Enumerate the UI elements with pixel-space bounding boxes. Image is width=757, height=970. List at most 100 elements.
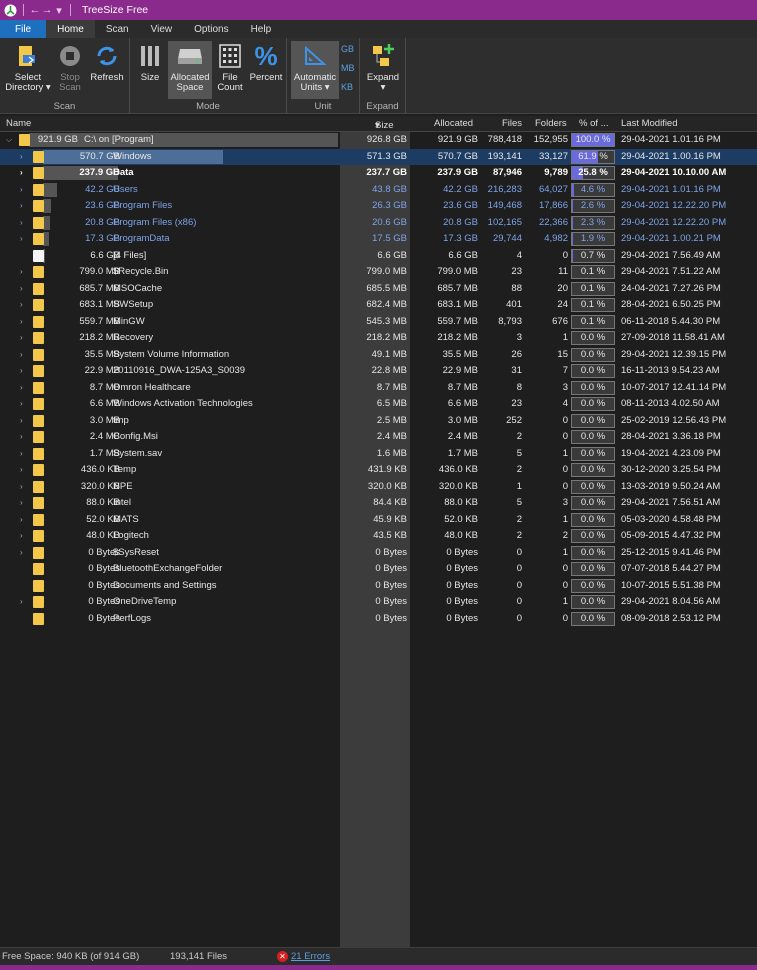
expand-chevron-icon[interactable]: › xyxy=(20,416,23,425)
tree-row[interactable]: › 88.0 KB Intel 84.4 KB 88.0 KB 5 3 0.0 % 29-04-… xyxy=(0,495,757,512)
tab-scan[interactable]: Scan xyxy=(95,20,140,38)
size-mode-button[interactable]: Size xyxy=(136,41,164,99)
expand-chevron-icon[interactable]: › xyxy=(20,515,23,524)
last-modified-value: 29-04-2021 12.39.15 PM xyxy=(621,348,727,360)
tree-row[interactable]: › 320.0 KB NPE 320.0 KB 320.0 KB 1 0 0.0 % 13-03… xyxy=(0,479,757,496)
select-directory-button[interactable]: Select Directory ▾ xyxy=(4,41,52,99)
expand-chevron-icon[interactable]: › xyxy=(20,383,23,392)
expand-chevron-icon[interactable]: › xyxy=(20,201,23,210)
tree-row[interactable]: › 0 Bytes OneDriveTemp 0 Bytes 0 Bytes 0 1 0.0 … xyxy=(0,594,757,611)
expand-chevron-icon[interactable]: › xyxy=(20,531,23,540)
expand-button[interactable]: Expand ▾ xyxy=(363,41,403,99)
errors-link[interactable]: 21 Errors xyxy=(291,951,330,962)
expand-chevron-icon[interactable]: › xyxy=(20,267,23,276)
tree-row[interactable]: 0 Bytes BluetoothExchangeFolder 0 Bytes 0 B… xyxy=(0,561,757,578)
expand-chevron-icon[interactable]: › xyxy=(20,498,23,507)
column-allocated-header[interactable]: Allocated xyxy=(434,118,473,129)
column-name-header[interactable]: Name xyxy=(6,118,31,129)
percent-mode-button[interactable]: % Percent xyxy=(248,41,284,99)
tree-row[interactable]: › 23.6 GB Program Files 26.3 GB 23.6 GB 149,4… xyxy=(0,198,757,215)
tree-row[interactable]: › 20.8 GB Program Files (x86) 20.6 GB 20.8 G… xyxy=(0,215,757,232)
size-column-value: 6.6 GB xyxy=(377,249,407,261)
folders-column-value: 7 xyxy=(562,365,568,376)
tree-row[interactable]: › 17.3 GB ProgramData 17.5 GB 17.3 GB 29,744 4… xyxy=(0,231,757,248)
tab-file[interactable]: File xyxy=(0,20,47,38)
treesize-window: { "window": { "title": "TreeSize Free" }… xyxy=(0,0,757,970)
tree-row[interactable]: › 1.7 MB System.sav 1.6 MB 1.7 MB 5 1 0.0 % 19-0… xyxy=(0,446,757,463)
tree-row[interactable]: › 570.7 GB Windows 571.3 GB 570.7 GB 193,141 3… xyxy=(0,148,757,165)
tab-home[interactable]: Home xyxy=(46,20,95,38)
unit-gb-button[interactable]: GB xyxy=(341,44,354,54)
percent-bar: 0.0 % xyxy=(571,397,615,411)
expand-chevron-icon[interactable]: › xyxy=(20,185,23,194)
tree-row[interactable]: › 42.2 GB Users 43.8 GB 42.2 GB 216,283 64,027… xyxy=(0,182,757,199)
column-percent-header[interactable]: % of ... xyxy=(579,118,609,129)
tree-row[interactable]: › 436.0 KB Temp 431.9 KB 436.0 KB 2 0 0.0 % 30-1… xyxy=(0,462,757,479)
tree-row[interactable]: 0 Bytes PerfLogs 0 Bytes 0 Bytes 0 0 0.0 % 08-0… xyxy=(0,611,757,628)
expand-chevron-icon[interactable]: › xyxy=(20,432,23,441)
tree-row[interactable]: ⌵ 921.9 GB C:\ on [Program] 926.8 GB 921.9 G… xyxy=(0,132,757,149)
percent-value: 0.1 % xyxy=(580,266,606,277)
collapse-chevron-icon[interactable]: ⌵ xyxy=(6,135,12,145)
tree-size-value: 1.7 MB xyxy=(89,447,120,459)
expand-chevron-icon[interactable]: › xyxy=(20,317,23,326)
expand-chevron-icon[interactable]: › xyxy=(20,482,23,491)
forward-arrow-icon[interactable]: → xyxy=(41,4,53,16)
tree-row[interactable]: › 6.6 MB Windows Activation Technologies 6.… xyxy=(0,396,757,413)
expand-chevron-icon[interactable]: › xyxy=(20,218,23,227)
expand-chevron-icon[interactable]: › xyxy=(20,548,23,557)
expand-chevron-icon[interactable]: › xyxy=(20,449,23,458)
expand-chevron-icon[interactable]: › xyxy=(20,465,23,474)
tree-row[interactable]: › 799.0 MB $Recycle.Bin 799.0 MB 799.0 MB 23 1… xyxy=(0,264,757,281)
stop-scan-button[interactable]: Stop Scan xyxy=(54,41,86,99)
folders-column-value: 22,366 xyxy=(538,216,568,228)
tree-row[interactable]: › 218.2 MB Recovery 218.2 MB 218.2 MB 3 1 0.0 %… xyxy=(0,330,757,347)
tree-row[interactable]: › 3.0 MB tmp 2.5 MB 3.0 MB 252 0 0.0 % 25-02-201… xyxy=(0,413,757,430)
percent-bar: 100.0 % xyxy=(571,133,615,147)
tree-row[interactable]: › 559.7 MB MinGW 545.3 MB 559.7 MB 8,793 676 0.… xyxy=(0,314,757,331)
tree-row[interactable]: › 22.9 MB 20110916_DWA-125A3_S0039 22.8 MB 2… xyxy=(0,363,757,380)
allocated-column-value: 0 Bytes xyxy=(446,579,478,591)
tab-view[interactable]: View xyxy=(140,20,184,38)
expand-chevron-icon[interactable]: › xyxy=(20,168,23,177)
tree-item-name: Documents and Settings xyxy=(113,579,217,591)
tree-row[interactable]: › 48.0 KB Logitech 43.5 KB 48.0 KB 2 2 0.0 % 05-… xyxy=(0,528,757,545)
automatic-units-button[interactable]: Automatic Units ▾ xyxy=(291,41,339,99)
files-column-value: 4 xyxy=(516,249,522,261)
tab-options[interactable]: Options xyxy=(183,20,239,38)
folder-icon xyxy=(33,464,44,476)
tree-row[interactable]: › 0 Bytes $SysReset 0 Bytes 0 Bytes 0 1 0.0 % 25… xyxy=(0,545,757,562)
expand-chevron-icon[interactable]: › xyxy=(20,152,23,161)
percent-value: 0.0 % xyxy=(580,546,606,558)
expand-chevron-icon[interactable]: › xyxy=(20,597,23,606)
tree-row[interactable]: › 237.9 GB Data 237.7 GB 237.9 GB 87,946 9,789… xyxy=(0,165,757,182)
expand-chevron-icon[interactable]: › xyxy=(20,284,23,293)
allocated-space-mode-button[interactable]: Allocated Space xyxy=(168,41,212,99)
tree-item-name: System.sav xyxy=(113,447,163,459)
file-count-mode-button[interactable]: File Count xyxy=(214,41,246,99)
expand-chevron-icon[interactable]: › xyxy=(20,300,23,309)
tree-row[interactable]: 6.6 GB [4 Files] 6.6 GB 6.6 GB 4 0 0.7 % 29-04-… xyxy=(0,248,757,265)
tree-row[interactable]: › 2.4 MB Config.Msi 2.4 MB 2.4 MB 2 0 0.0 % 28-0… xyxy=(0,429,757,446)
tree-row[interactable]: › 685.7 MB MSOCache 685.5 MB 685.7 MB 88 20 0.1… xyxy=(0,281,757,298)
column-files-header[interactable]: Files xyxy=(502,118,522,129)
unit-mb-button[interactable]: MB xyxy=(341,63,355,73)
column-modified-header[interactable]: Last Modified xyxy=(621,118,678,129)
unit-kb-button[interactable]: KB xyxy=(341,82,353,92)
tree-row[interactable]: 0 Bytes Documents and Settings 0 Bytes 0 By… xyxy=(0,578,757,595)
back-arrow-icon[interactable]: ← xyxy=(29,4,41,16)
tab-help[interactable]: Help xyxy=(240,20,283,38)
expand-chevron-icon[interactable]: › xyxy=(20,350,23,359)
tree-row[interactable]: › 8.7 MB Omron Healthcare 8.7 MB 8.7 MB 8 3 0.0… xyxy=(0,380,757,397)
expand-chevron-icon[interactable]: › xyxy=(20,399,23,408)
tree-row[interactable]: › 52.0 KB MATS 45.9 KB 52.0 KB 2 1 0.0 % 05-03-2… xyxy=(0,512,757,529)
expand-chevron-icon[interactable]: › xyxy=(20,234,23,243)
column-folders-header[interactable]: Folders xyxy=(535,118,567,129)
size-column-value: 218.2 MB xyxy=(366,332,407,343)
tree-row[interactable]: › 35.5 MB System Volume Information 49.1 MB… xyxy=(0,347,757,364)
tree-row[interactable]: › 683.1 MB SWSetup 682.4 MB 683.1 MB 401 24 0.1… xyxy=(0,297,757,314)
quick-access-menu-icon[interactable]: ▾ xyxy=(53,4,65,17)
expand-chevron-icon[interactable]: › xyxy=(20,333,23,342)
expand-chevron-icon[interactable]: › xyxy=(20,366,23,375)
refresh-button[interactable]: Refresh xyxy=(88,41,126,99)
